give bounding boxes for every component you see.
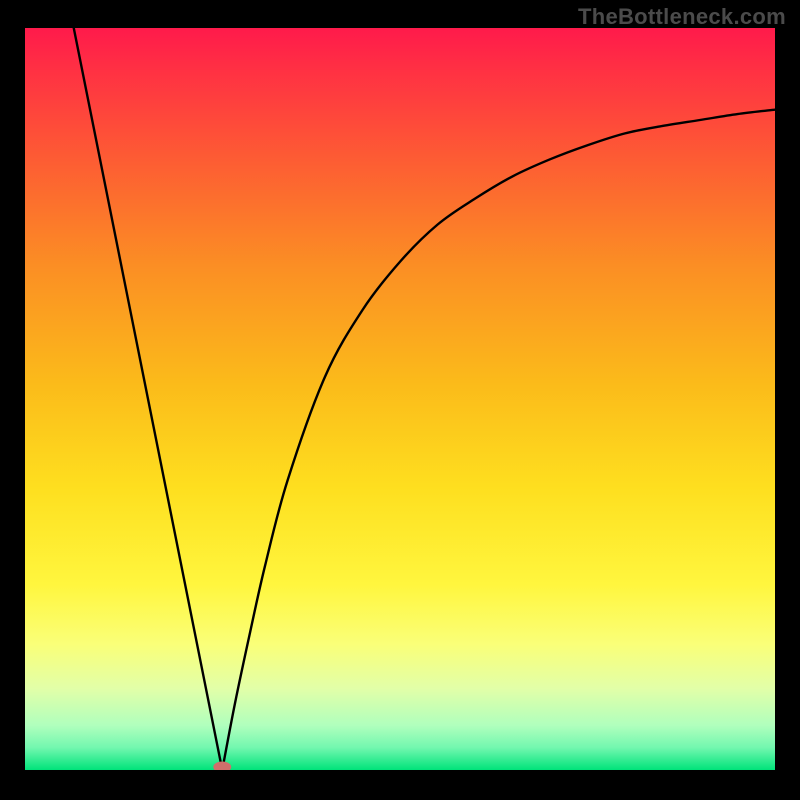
gradient-background [25,28,775,770]
watermark-text: TheBottleneck.com [578,4,786,30]
chart-svg [25,28,775,770]
chart-frame: TheBottleneck.com [0,0,800,800]
plot-area [25,28,775,770]
